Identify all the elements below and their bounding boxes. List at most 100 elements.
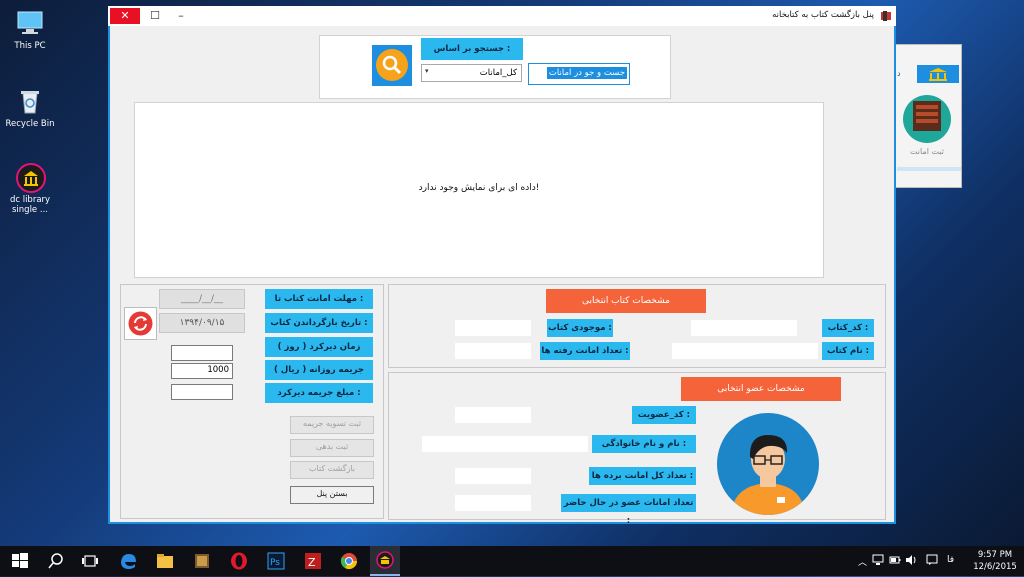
return-book-button[interactable]: بازگشت کتاب bbox=[290, 461, 374, 479]
fine-amount-label: مبلغ جریمه دیرکرد : bbox=[265, 383, 373, 403]
tray-notification-icon[interactable] bbox=[926, 554, 938, 566]
window-body: جستجو بر اساس : ▾ کل_امانات جست و جو در … bbox=[110, 26, 894, 526]
search-icon bbox=[376, 49, 408, 81]
refresh-icon bbox=[128, 311, 153, 336]
photoshop-icon: Ps bbox=[267, 552, 285, 570]
desktop-icon-dc-library[interactable]: dc library single ... bbox=[2, 162, 58, 215]
dropdown-value: کل_امانات bbox=[479, 68, 517, 78]
app-icon bbox=[195, 554, 209, 568]
bg-window-divider bbox=[897, 167, 961, 171]
photoshop-button[interactable]: Ps bbox=[266, 551, 286, 571]
svg-text:Z: Z bbox=[308, 556, 316, 569]
bg-window-tab-text: د bbox=[897, 69, 901, 78]
computer-icon bbox=[15, 8, 45, 38]
tray-chevron-icon[interactable]: ︿ bbox=[858, 555, 867, 568]
edge-icon bbox=[121, 554, 136, 569]
bg-window-header bbox=[917, 65, 959, 83]
loan-register-icon[interactable] bbox=[903, 95, 951, 143]
book-code-field bbox=[691, 320, 797, 336]
member-total-loans-label: تعداد کل امانت برده ها : bbox=[589, 467, 696, 485]
opera-icon bbox=[231, 552, 247, 570]
minimize-button[interactable]: – bbox=[166, 8, 196, 24]
library-app-taskbar-button[interactable] bbox=[370, 546, 400, 576]
main-window: ✕ ☐ – پنل بازگشت کتاب به کتابخانه جستجو … bbox=[108, 6, 896, 526]
tray-language[interactable]: فا bbox=[947, 555, 954, 565]
member-fullname-field bbox=[422, 436, 588, 452]
member-code-field bbox=[455, 407, 531, 423]
close-button[interactable]: ✕ bbox=[110, 8, 140, 24]
member-current-loans-field bbox=[455, 495, 531, 511]
member-panel: مشخصات عضو انتخابی کد_عضویت : نام و نام … bbox=[388, 372, 886, 526]
edge-button[interactable] bbox=[118, 551, 138, 571]
register-debt-button[interactable]: ثبت بدهی bbox=[290, 439, 374, 457]
search-type-dropdown[interactable]: ▾ کل_امانات bbox=[421, 64, 522, 82]
task-view-icon bbox=[82, 555, 98, 567]
opera-button[interactable] bbox=[229, 551, 249, 571]
search-taskbar-button[interactable] bbox=[46, 551, 66, 571]
search-by-label: جستجو بر اساس : bbox=[421, 38, 523, 60]
member-current-loans-label: تعداد امانات عضو در حال حاضر : bbox=[561, 494, 696, 526]
user-avatar-icon bbox=[731, 435, 805, 515]
file-explorer-button[interactable] bbox=[155, 551, 175, 571]
close-panel-button[interactable]: بستن پنل bbox=[290, 486, 374, 504]
svg-text:Ps: Ps bbox=[270, 558, 280, 568]
desktop-icon-recycle-bin[interactable]: Recycle Bin bbox=[2, 86, 58, 129]
fine-amount-field[interactable] bbox=[171, 384, 233, 400]
refresh-button[interactable] bbox=[124, 307, 157, 340]
late-days-label: زمان دیرکرد ( روز ) bbox=[265, 337, 373, 357]
desktop-icon-label: dc library single ... bbox=[9, 195, 51, 215]
desktop-icon-this-pc[interactable]: This PC bbox=[2, 8, 58, 51]
search-input[interactable]: جست و جو در امانات bbox=[528, 63, 630, 85]
daily-fine-label: جریمه روزانه ( ریال ) bbox=[265, 360, 373, 380]
app-taskbar-button[interactable] bbox=[192, 551, 212, 571]
tray-network-icon[interactable] bbox=[872, 554, 884, 566]
search-icon bbox=[48, 553, 63, 569]
chevron-down-icon: ▾ bbox=[425, 67, 429, 75]
results-grid[interactable]: داده ای برای نمایش وجود ندارد! bbox=[134, 102, 824, 278]
bg-window-label: ثبت امانت bbox=[909, 147, 945, 156]
filezilla-button[interactable]: Z bbox=[303, 551, 323, 571]
recycle-bin-icon bbox=[15, 86, 45, 116]
member-total-loans-field bbox=[455, 468, 531, 484]
book-loans-field bbox=[455, 343, 531, 359]
due-date-label: مهلت امانت کتاب تا : bbox=[265, 289, 373, 309]
book-panel: مشخصات کتاب انتخابی کد_کتاب : موجودی کتا… bbox=[388, 284, 886, 368]
tray-date[interactable]: 12/6/2015 bbox=[972, 562, 1018, 572]
return-date-label: تاریخ بازگرداندن کتاب : bbox=[265, 313, 373, 333]
library-app-icon bbox=[15, 162, 46, 193]
chrome-button[interactable] bbox=[339, 551, 359, 571]
book-name-label: نام کتاب : bbox=[822, 342, 874, 360]
search-button[interactable] bbox=[372, 45, 412, 86]
window-title: پنل بازگشت کتاب به کتابخانه bbox=[772, 10, 874, 20]
grid-empty-message: داده ای برای نمایش وجود ندارد! bbox=[418, 183, 540, 193]
settle-fine-button[interactable]: ثبت تسویه جریمه bbox=[290, 416, 374, 434]
tray-volume-icon[interactable] bbox=[905, 554, 917, 566]
tray-battery-icon[interactable] bbox=[889, 554, 901, 566]
avatar bbox=[717, 413, 819, 515]
daily-fine-field[interactable]: 1000 bbox=[171, 363, 233, 379]
app-icon bbox=[880, 10, 892, 22]
return-date-field: ۱۳۹۴/۰۹/۱۵ bbox=[159, 313, 245, 333]
book-name-field bbox=[672, 343, 818, 359]
book-stock-label: موجودی کتاب : bbox=[547, 319, 613, 337]
due-date-field: ____/__/__ bbox=[159, 289, 245, 309]
folder-icon bbox=[157, 554, 173, 568]
book-loans-label: تعداد امانت رفته ها : bbox=[540, 342, 630, 360]
task-view-button[interactable] bbox=[80, 551, 100, 571]
filezilla-icon: Z bbox=[305, 553, 321, 569]
search-input-value: جست و جو در امانات bbox=[546, 67, 627, 79]
book-stock-field bbox=[455, 320, 531, 336]
desktop-icon-label: This PC bbox=[14, 41, 46, 51]
desktop-icon-label: Recycle Bin bbox=[5, 119, 55, 129]
library-icon bbox=[929, 68, 947, 81]
start-button[interactable] bbox=[10, 551, 30, 571]
member-code-label: کد_عضویت : bbox=[632, 406, 696, 424]
return-panel: ____/__/__ ۱۳۹۴/۰۹/۱۵ 1000 مهلت امانت کت… bbox=[120, 284, 384, 519]
library-app-icon bbox=[376, 551, 394, 569]
title-bar: ✕ ☐ – پنل بازگشت کتاب به کتابخانه bbox=[108, 6, 896, 26]
tray-time[interactable]: 9:57 PM bbox=[972, 550, 1018, 560]
chrome-icon bbox=[340, 553, 358, 570]
book-code-label: کد_کتاب : bbox=[822, 319, 874, 337]
taskbar: Ps Z ︿ فا 9:57 PM 12/6/2015 bbox=[0, 546, 1024, 576]
late-days-field[interactable] bbox=[171, 345, 233, 361]
